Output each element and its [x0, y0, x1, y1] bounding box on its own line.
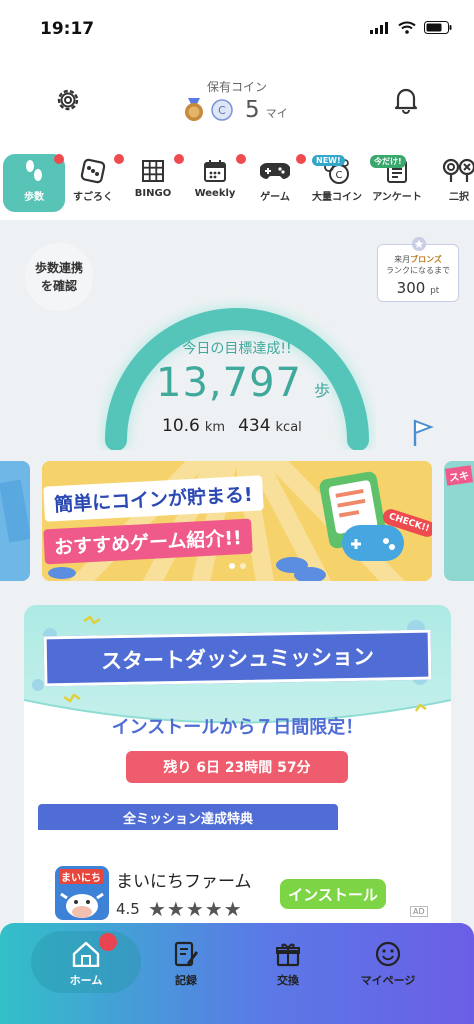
rank-progress-card[interactable]: 来月ブロンズ ランクになるまで 300 pt	[377, 237, 459, 302]
mission-reward-header: 全ミッション達成特典	[38, 804, 338, 830]
bottom-navigation: ホーム 記録 交換 マイページ	[0, 923, 474, 1024]
ad-app-icon: まいにち	[55, 866, 109, 920]
calendar-icon	[204, 160, 226, 182]
rank-points: 300 pt	[378, 279, 458, 297]
pagination-dot-active	[228, 563, 235, 569]
ad-star-rating: ★★★★★	[148, 897, 243, 921]
star-badge-icon	[412, 237, 426, 251]
gamepad-icon	[260, 163, 290, 179]
rank-prefix: 来月	[394, 255, 411, 264]
nav-label: マイページ	[360, 974, 416, 987]
category-bar: 歩数 すごろく BINGO Weekly ゲーム C 大量コイン NEW! アン…	[0, 148, 474, 220]
step-count-row: 13,797 歩	[156, 360, 330, 406]
app-header: 保有コイン C 5 マイ	[0, 56, 474, 148]
unread-dot	[174, 154, 184, 164]
banner-pagination	[0, 563, 474, 569]
wifi-icon	[398, 21, 416, 34]
rank-name: ブロンズ	[410, 255, 442, 264]
ad-install-button[interactable]: インストール	[280, 879, 386, 909]
bingo-grid-icon	[142, 160, 164, 182]
binary-choice-icon	[442, 158, 474, 182]
svg-text:C: C	[336, 170, 343, 181]
category-label: BINGO	[134, 188, 172, 199]
category-label: 大量コイン	[312, 192, 362, 203]
footprints-icon	[26, 160, 42, 181]
category-binary-choice[interactable]: 二択	[428, 154, 474, 212]
bronze-medal-icon	[185, 98, 203, 121]
svg-text:C: C	[218, 104, 226, 117]
status-icons	[370, 21, 452, 34]
home-icon	[72, 941, 100, 967]
category-label: 歩数	[24, 192, 44, 203]
pagination-dot	[239, 563, 246, 569]
step-unit: 歩	[313, 381, 330, 400]
category-label: Weekly	[194, 188, 236, 199]
category-label: 二択	[449, 192, 469, 203]
nav-notification-badge	[99, 933, 117, 951]
battery-icon	[424, 21, 452, 34]
smiley-icon	[375, 941, 401, 967]
step-count: 13,797	[156, 360, 302, 406]
coin-balance[interactable]: C 5 マイ	[183, 97, 288, 123]
calories-value: 434	[238, 416, 271, 436]
nav-record[interactable]: 記録	[146, 941, 226, 988]
nav-mypage[interactable]: マイページ	[348, 941, 428, 988]
coin-unit: マイ	[265, 107, 288, 120]
limited-tag: 今だけ!	[370, 155, 406, 168]
mission-title: スタートダッシュミッション	[43, 629, 432, 687]
rank-line2: ランクになるまで	[386, 266, 450, 275]
ad-app-name: まいにちファーム	[116, 872, 252, 892]
cow-icon	[60, 892, 104, 918]
rank-points-unit: pt	[430, 286, 440, 296]
distance-calories-row: 10.6 km 434 kcal	[162, 416, 310, 436]
nav-label: 記録	[175, 974, 197, 987]
rank-points-value: 300	[396, 279, 426, 297]
status-bar: 19:17	[0, 0, 474, 56]
nav-label: 交換	[277, 974, 299, 987]
distance-value: 10.6	[162, 416, 200, 436]
bell-icon	[394, 88, 418, 114]
goal-achieved-caption: 今日の目標達成!!	[182, 341, 292, 357]
banner-previous-art	[0, 479, 30, 543]
check-steps-sync-label: 歩数連携を確認	[35, 261, 84, 293]
calories-unit: kcal	[275, 420, 302, 435]
status-time: 19:17	[40, 19, 95, 39]
banner-next-text: スキ	[444, 465, 474, 486]
check-steps-sync-button[interactable]: 歩数連携を確認	[25, 243, 93, 311]
category-label: すごろく	[73, 192, 113, 203]
ad-rating: 4.5	[116, 900, 140, 918]
notification-button[interactable]	[393, 86, 419, 114]
mission-remaining-time: 残り 6日 23時間 57分	[126, 751, 348, 783]
dice-icon	[80, 158, 106, 184]
category-label: アンケート	[372, 192, 422, 203]
unread-dot	[296, 154, 306, 164]
nav-exchange[interactable]: 交換	[248, 941, 328, 988]
category-label: ゲーム	[260, 192, 290, 203]
coin-value: 5	[245, 97, 260, 123]
mission-limit-text: インストールから７日間限定！	[111, 717, 364, 738]
distance-unit: km	[204, 420, 226, 435]
coin-icon: C	[211, 99, 233, 121]
ad-mark: AD	[410, 906, 428, 917]
rank-line1: 来月ブロンズ	[378, 254, 458, 265]
nav-label: ホーム	[69, 974, 103, 987]
app-install-ad[interactable]: まいにち まいにちファーム 4.5 ★★★★★ インストール AD	[40, 862, 434, 928]
record-icon	[174, 941, 198, 967]
cellular-signal-icon	[370, 21, 388, 34]
new-tag: NEW!	[312, 155, 345, 166]
gift-icon	[276, 943, 300, 967]
goal-flag-icon	[413, 419, 434, 446]
